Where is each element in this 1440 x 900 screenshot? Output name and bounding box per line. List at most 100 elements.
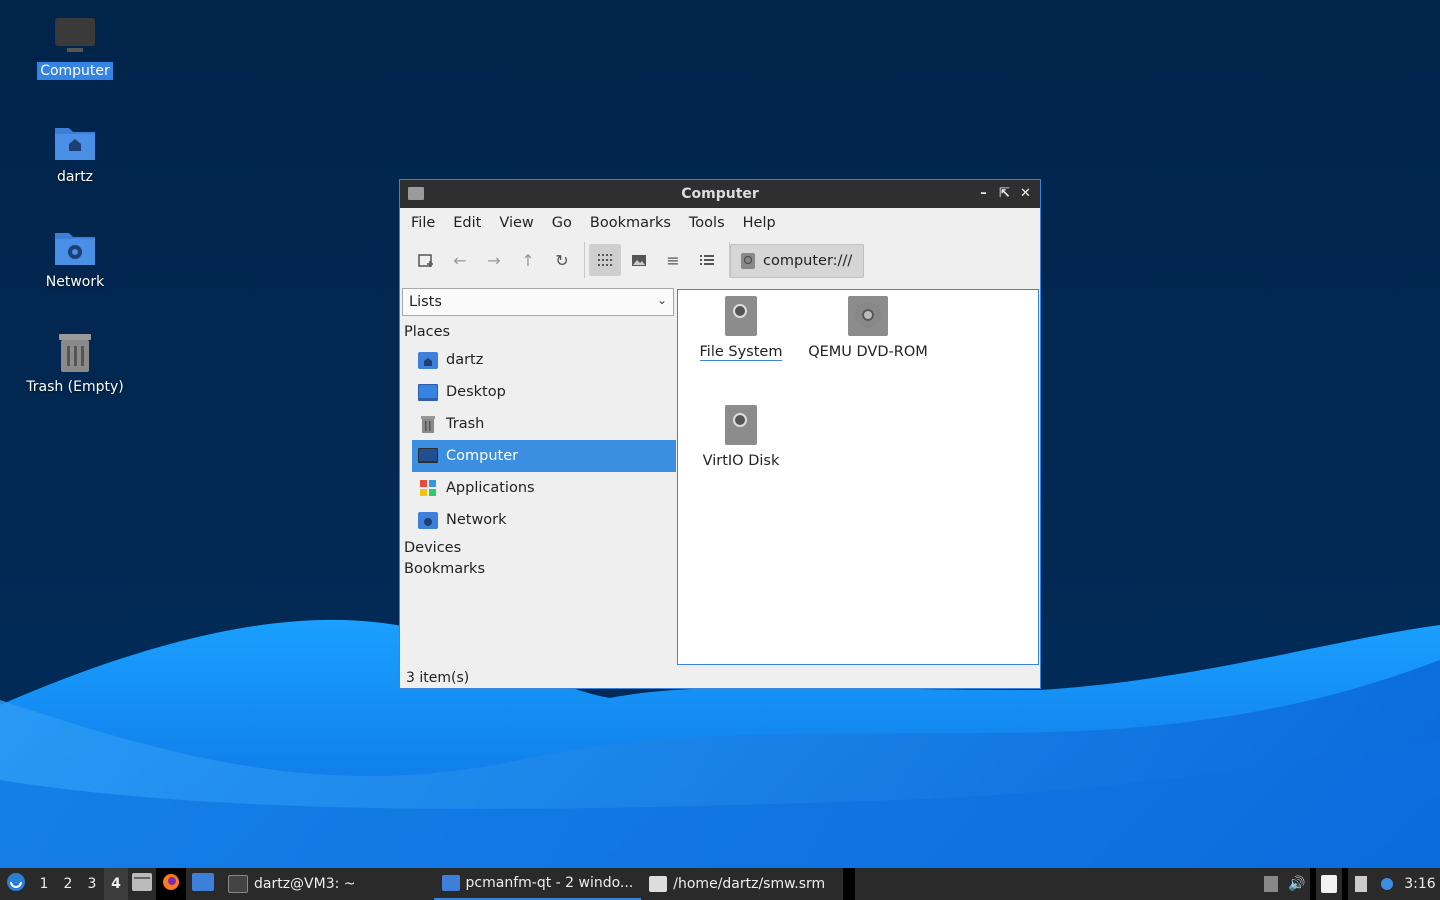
taskbar: 1 2 3 4 dartz@VM3: ~ pcmanfm-qt - 2 wind… bbox=[0, 868, 1440, 900]
compact-view-icon[interactable]: ≡ bbox=[657, 244, 689, 276]
notification-icon[interactable] bbox=[1374, 868, 1400, 900]
file-item-label: QEMU DVD-ROM bbox=[808, 344, 928, 360]
status-bar: 3 item(s) bbox=[406, 670, 470, 686]
side-pane-mode-value: Lists bbox=[409, 294, 442, 310]
desktop-icon-computer[interactable]: Computer bbox=[15, 14, 135, 80]
file-item-file-system[interactable]: File System bbox=[681, 296, 801, 361]
notes-icon[interactable] bbox=[1348, 868, 1374, 900]
sidebar-item-computer[interactable]: Computer bbox=[412, 440, 676, 472]
minimize-button[interactable]: – bbox=[975, 180, 992, 208]
main-menu-button[interactable] bbox=[0, 868, 32, 900]
home-folder-icon bbox=[418, 351, 438, 369]
sidebar-item-label: Trash bbox=[446, 416, 485, 432]
volume-icon[interactable]: 🔊 bbox=[1284, 868, 1310, 900]
menubar: File Edit View Go Bookmarks Tools Help bbox=[400, 208, 1040, 238]
sidebar-item-trash[interactable]: Trash bbox=[412, 408, 676, 440]
drive-icon bbox=[725, 296, 757, 336]
file-manager-window: Computer – ⇱ ✕ File Edit View Go Bookmar… bbox=[399, 179, 1041, 689]
desktop-icon-label: dartz bbox=[56, 169, 94, 185]
workspace-3[interactable]: 3 bbox=[80, 868, 104, 900]
reload-icon[interactable]: ↻ bbox=[546, 244, 578, 276]
sidebar-item-dartz[interactable]: dartz bbox=[412, 344, 676, 376]
desktop-icon-label: Trash (Empty) bbox=[26, 379, 124, 395]
file-manager-icon bbox=[132, 873, 152, 895]
desktop-icon bbox=[192, 873, 214, 895]
menu-edit[interactable]: Edit bbox=[444, 215, 490, 231]
window-title: Computer bbox=[681, 186, 759, 202]
places-heading[interactable]: Places bbox=[402, 324, 676, 340]
terminal-icon bbox=[228, 875, 248, 893]
workspace-4[interactable]: 4 bbox=[104, 868, 128, 900]
detailed-list-view-icon[interactable] bbox=[691, 244, 723, 276]
path-label: computer:/// bbox=[763, 253, 853, 269]
computer-icon bbox=[418, 447, 438, 465]
file-item-label: File System bbox=[699, 344, 783, 361]
toolbar-separator bbox=[584, 242, 585, 278]
sidebar-item-desktop[interactable]: Desktop bbox=[412, 376, 676, 408]
menu-file[interactable]: File bbox=[402, 215, 444, 231]
menu-tools[interactable]: Tools bbox=[680, 215, 734, 231]
devices-heading[interactable]: Devices bbox=[402, 540, 676, 556]
side-pane-mode-select[interactable]: Lists ⌄ bbox=[402, 288, 674, 316]
system-tray: 🔊 3:16 bbox=[1258, 868, 1440, 900]
desktop-icon-label: Computer bbox=[37, 62, 113, 80]
task-label: /home/dartz/smw.srm bbox=[673, 876, 826, 892]
window-titlebar[interactable]: Computer – ⇱ ✕ bbox=[400, 180, 1040, 208]
folder-icon bbox=[408, 187, 424, 200]
sidebar-item-label: Applications bbox=[446, 480, 535, 496]
applications-icon bbox=[418, 479, 438, 497]
folder-icon bbox=[441, 875, 460, 891]
firefox-launcher[interactable] bbox=[156, 868, 186, 900]
sidebar-item-label: Network bbox=[446, 512, 507, 528]
sidebar-item-applications[interactable]: Applications bbox=[412, 472, 676, 504]
trash-icon bbox=[53, 330, 97, 374]
task-label: pcmanfm-qt - 2 windo... bbox=[465, 875, 634, 891]
forward-arrow-icon[interactable]: → bbox=[478, 244, 510, 276]
back-arrow-icon[interactable]: ← bbox=[444, 244, 476, 276]
task-label: dartz@VM3: ~ bbox=[254, 876, 356, 892]
trash-icon bbox=[418, 415, 438, 433]
path-bar-button[interactable]: computer:/// bbox=[730, 244, 864, 278]
menu-bookmarks[interactable]: Bookmarks bbox=[581, 215, 680, 231]
new-tab-icon[interactable] bbox=[410, 244, 442, 276]
drive-icon bbox=[725, 405, 757, 445]
firefox-icon bbox=[162, 873, 180, 895]
sidebar-item-network[interactable]: Network bbox=[412, 504, 676, 536]
computer-icon bbox=[53, 14, 97, 58]
menu-help[interactable]: Help bbox=[734, 215, 785, 231]
file-item-virtio-disk[interactable]: VirtIO Disk bbox=[681, 405, 801, 469]
desktop-icon-trash[interactable]: Trash (Empty) bbox=[15, 330, 135, 396]
menu-view[interactable]: View bbox=[490, 215, 542, 231]
maximize-button[interactable]: ⇱ bbox=[996, 180, 1013, 208]
taskbar-task-terminal[interactable]: dartz@VM3: ~ bbox=[220, 868, 364, 900]
file-manager-launcher[interactable] bbox=[128, 868, 156, 900]
thumbnail-view-icon[interactable] bbox=[623, 244, 655, 276]
desktop-icon-network[interactable]: Network bbox=[15, 225, 135, 291]
sidebar-item-label: dartz bbox=[446, 352, 484, 368]
file-item-label: VirtIO Disk bbox=[702, 453, 780, 469]
network-folder-icon bbox=[53, 225, 97, 269]
taskbar-task-editor[interactable]: /home/dartz/smw.srm bbox=[641, 868, 833, 900]
clipboard-icon[interactable] bbox=[1316, 868, 1342, 900]
taskbar-task-pcmanfm[interactable]: pcmanfm-qt - 2 windo... bbox=[433, 868, 642, 900]
desktop-icon-home[interactable]: dartz bbox=[15, 120, 135, 186]
bookmarks-heading[interactable]: Bookmarks bbox=[402, 561, 676, 577]
clock[interactable]: 3:16 bbox=[1400, 868, 1440, 900]
sidebar-item-label: Computer bbox=[446, 448, 519, 464]
menu-go[interactable]: Go bbox=[543, 215, 581, 231]
show-desktop-button[interactable] bbox=[186, 868, 220, 900]
home-folder-icon bbox=[53, 120, 97, 164]
up-arrow-icon[interactable]: ↑ bbox=[512, 244, 544, 276]
start-menu-icon bbox=[6, 872, 26, 896]
tray-arrow-icon[interactable] bbox=[1258, 868, 1284, 900]
workspace-2[interactable]: 2 bbox=[56, 868, 80, 900]
workspace-1[interactable]: 1 bbox=[32, 868, 56, 900]
desktop-icon bbox=[418, 383, 438, 401]
file-view[interactable]: File System QEMU DVD-ROM VirtIO Disk bbox=[677, 289, 1039, 665]
file-item-dvd-rom[interactable]: QEMU DVD-ROM bbox=[798, 296, 938, 360]
side-pane: Lists ⌄ Places dartz Desktop Trash Compu… bbox=[402, 288, 676, 660]
sidebar-item-label: Desktop bbox=[446, 384, 506, 400]
text-editor-icon bbox=[649, 876, 668, 892]
icon-view-icon[interactable] bbox=[589, 244, 621, 276]
close-button[interactable]: ✕ bbox=[1017, 180, 1034, 208]
